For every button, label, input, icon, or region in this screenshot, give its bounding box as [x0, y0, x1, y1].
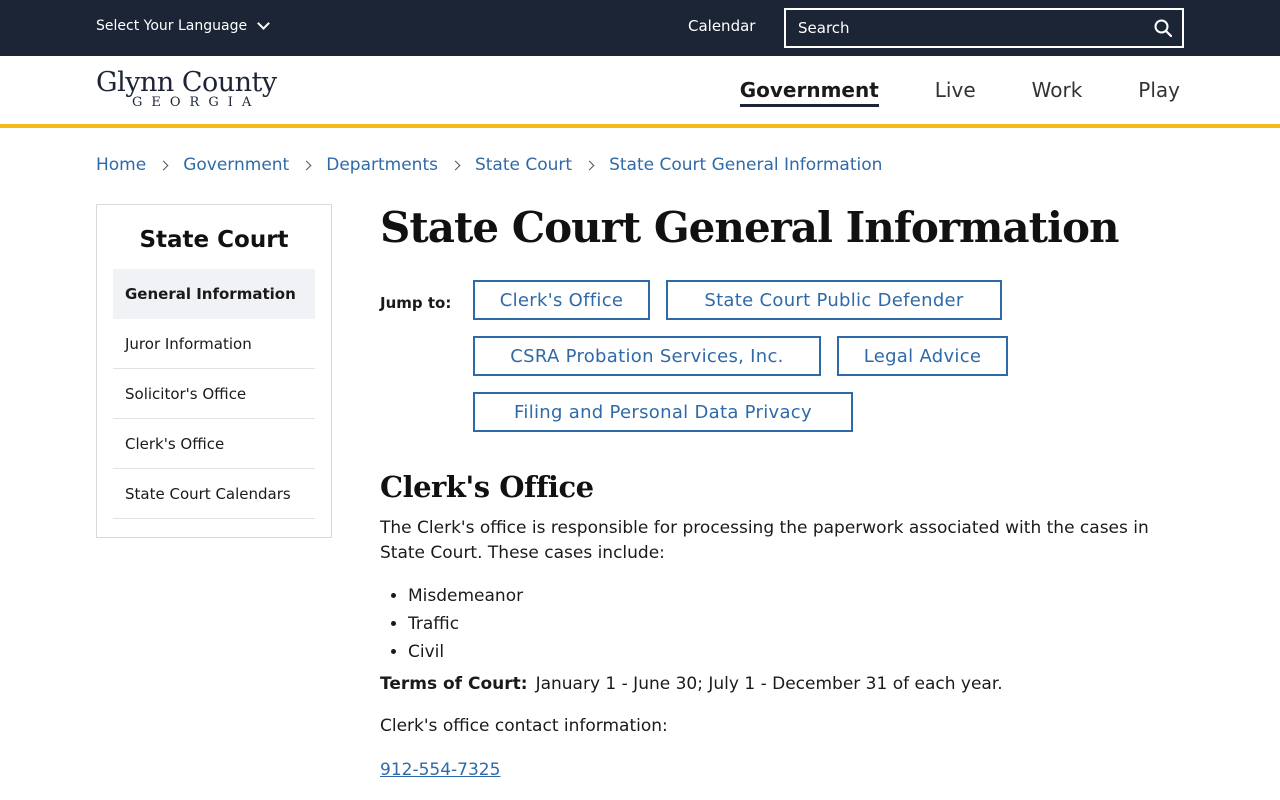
- site-header: Glynn County GEORGIA Government Live Wor…: [0, 56, 1280, 128]
- list-item: Civil: [408, 638, 523, 666]
- main-nav: Government Live Work Play: [712, 78, 1180, 107]
- utility-bar: Select Your Language Calendar: [0, 0, 1280, 56]
- sidebar-item-state-court-calendars[interactable]: State Court Calendars: [113, 469, 315, 519]
- breadcrumb-home[interactable]: Home: [96, 155, 146, 175]
- calendar-link[interactable]: Calendar: [688, 17, 755, 35]
- jump-legal-advice-button[interactable]: Legal Advice: [837, 336, 1008, 376]
- chevron-down-icon: [257, 17, 270, 30]
- language-selector[interactable]: Select Your Language: [96, 17, 270, 34]
- language-label: Select Your Language: [96, 18, 248, 34]
- search-input[interactable]: [786, 10, 1144, 46]
- terms-of-court: Terms of Court: January 1 - June 30; July…: [380, 674, 1003, 694]
- breadcrumb-current[interactable]: State Court General Information: [609, 155, 882, 175]
- nav-play[interactable]: Play: [1110, 78, 1180, 102]
- list-item: Misdemeanor: [408, 582, 523, 610]
- breadcrumb: Home Government Departments State Court …: [96, 155, 882, 175]
- logo-state-name: GEORGIA: [132, 95, 261, 110]
- sidebar-item-clerks-office[interactable]: Clerk's Office: [113, 419, 315, 469]
- chevron-right-icon: [450, 160, 461, 170]
- section-title-clerks-office: Clerk's Office: [380, 470, 594, 504]
- nav-live[interactable]: Live: [907, 78, 1004, 102]
- sidebar-item-juror-information[interactable]: Juror Information: [113, 319, 315, 369]
- breadcrumb-departments[interactable]: Departments: [326, 155, 438, 175]
- search-icon: [1154, 19, 1172, 37]
- search-box: [784, 8, 1184, 48]
- nav-work[interactable]: Work: [1004, 78, 1111, 102]
- chevron-right-icon: [301, 160, 312, 170]
- chevron-right-icon: [158, 160, 169, 170]
- sidebar-menu: General Information Juror Information So…: [113, 269, 315, 519]
- sidebar-title: State Court: [139, 227, 289, 253]
- jump-probation-button[interactable]: CSRA Probation Services, Inc.: [473, 336, 821, 376]
- breadcrumb-government[interactable]: Government: [183, 155, 289, 175]
- nav-government[interactable]: Government: [712, 78, 907, 107]
- clerks-office-description: The Clerk's office is responsible for pr…: [380, 518, 1149, 563]
- sidebar-item-general-information[interactable]: General Information: [113, 269, 315, 319]
- nav-government-label: Government: [739, 78, 879, 107]
- terms-of-court-label: Terms of Court:: [380, 674, 528, 694]
- search-button[interactable]: [1144, 10, 1182, 46]
- terms-of-court-value: January 1 - June 30; July 1 - December 3…: [535, 674, 1003, 694]
- site-logo[interactable]: Glynn County GEORGIA: [96, 68, 296, 116]
- logo-county-name: Glynn County: [96, 67, 277, 98]
- contact-info-label: Clerk's office contact information:: [380, 716, 668, 736]
- sidebar-item-solicitors-office[interactable]: Solicitor's Office: [113, 369, 315, 419]
- chevron-right-icon: [584, 160, 595, 170]
- main-content: State Court General Information Jump to:…: [380, 200, 1180, 780]
- breadcrumb-state-court[interactable]: State Court: [475, 155, 572, 175]
- jump-privacy-button[interactable]: Filing and Personal Data Privacy: [473, 392, 853, 432]
- jump-clerks-office-button[interactable]: Clerk's Office: [473, 280, 650, 320]
- section-sidebar: State Court General Information Juror In…: [96, 204, 332, 538]
- phone-link[interactable]: 912-554-7325: [380, 760, 500, 780]
- page-title: State Court General Information: [380, 203, 1120, 252]
- case-types-list: Misdemeanor Traffic Civil: [408, 582, 523, 666]
- list-item: Traffic: [408, 610, 523, 638]
- jump-public-defender-button[interactable]: State Court Public Defender: [666, 280, 1002, 320]
- jump-to-label: Jump to:: [380, 294, 452, 312]
